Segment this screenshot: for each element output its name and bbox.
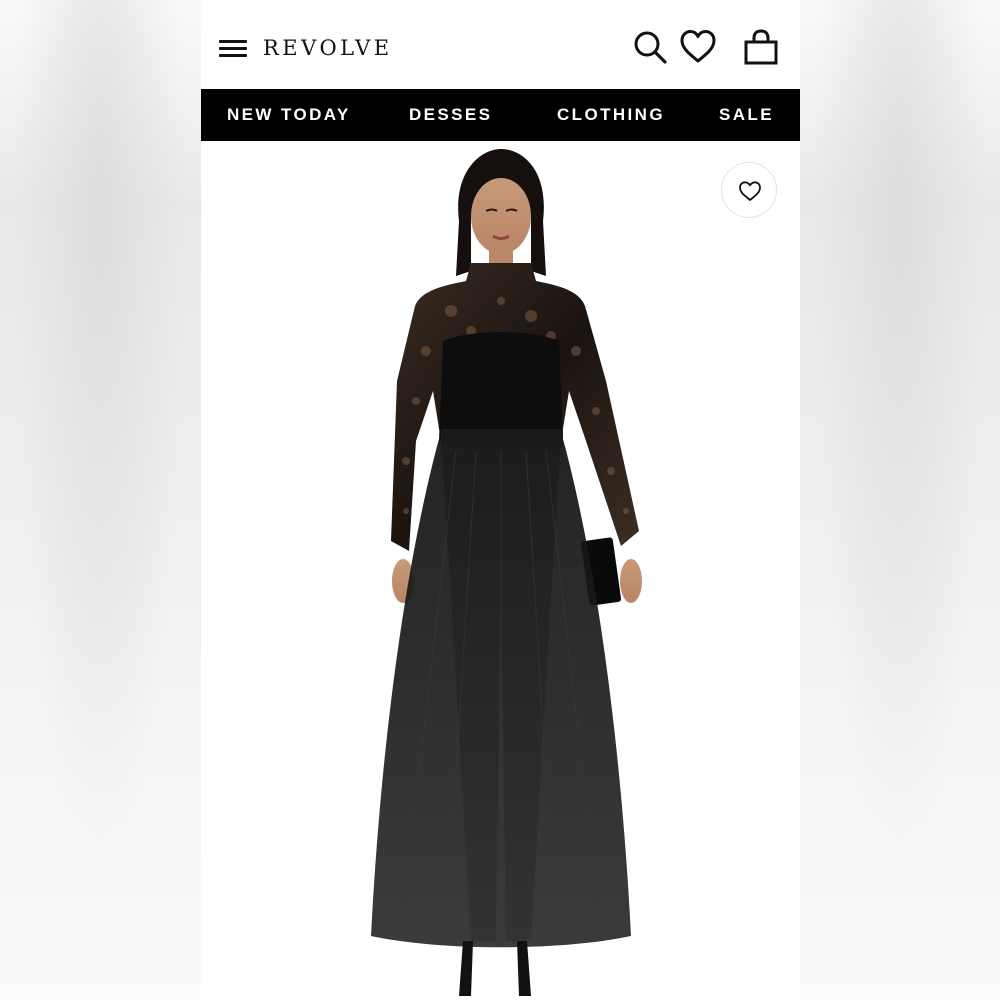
nav-item-new-today[interactable]: NEW TODAY bbox=[227, 89, 351, 141]
model-in-dress-photo bbox=[371, 149, 642, 996]
heart-icon[interactable] bbox=[679, 28, 717, 66]
menu-line bbox=[219, 47, 247, 50]
product-image[interactable] bbox=[201, 141, 800, 1000]
menu-line bbox=[219, 40, 247, 43]
menu-line bbox=[219, 54, 247, 57]
site-header: REVOLVE bbox=[201, 0, 800, 89]
nav-item-clothing[interactable]: CLOTHING bbox=[557, 89, 665, 141]
brand-logo[interactable]: REVOLVE bbox=[263, 34, 393, 62]
heart-outline-icon bbox=[739, 181, 761, 201]
shopping-bag-icon[interactable] bbox=[742, 28, 780, 66]
nav-item-sale[interactable]: SALE bbox=[719, 89, 774, 141]
category-nav: NEW TODAY DESSES CLOTHING SALE bbox=[201, 89, 800, 141]
background-blur-right bbox=[800, 0, 1000, 1000]
nav-item-dresses[interactable]: DESSES bbox=[409, 89, 492, 141]
wishlist-button[interactable] bbox=[721, 162, 777, 218]
background-blur-left bbox=[0, 0, 201, 1000]
search-icon[interactable] bbox=[631, 28, 669, 66]
menu-icon[interactable] bbox=[219, 38, 247, 58]
mobile-screen: REVOLVE NEW TODAY DESSES CLOTHING SALE bbox=[201, 0, 800, 1000]
